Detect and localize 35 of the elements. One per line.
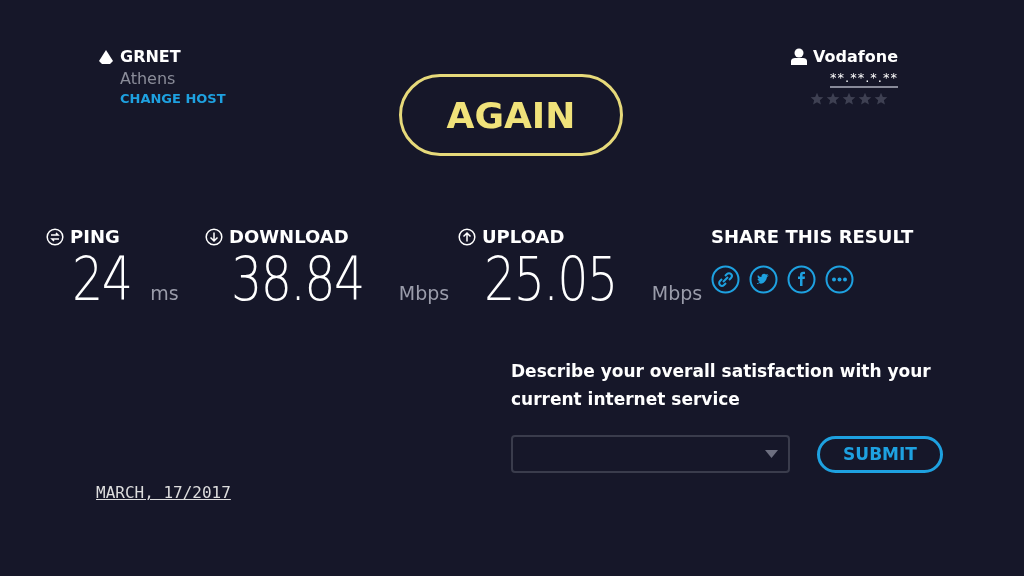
metric-value: 24: [72, 249, 132, 309]
metric-value: 38.84: [231, 249, 364, 309]
metric-label: UPLOAD: [482, 226, 565, 247]
star-icon[interactable]: [810, 92, 824, 106]
star-icon[interactable]: [858, 92, 872, 106]
link-share-button[interactable]: [711, 265, 740, 294]
facebook-share-button[interactable]: [787, 265, 816, 294]
ip-address: **.**.*.**: [830, 70, 898, 88]
host-location: Athens: [119, 69, 177, 88]
twitter-share-button[interactable]: [749, 265, 778, 294]
upload-icon: [458, 227, 476, 246]
share-title: SHARE THIS RESULT: [711, 226, 915, 247]
metric-label: DOWNLOAD: [229, 226, 349, 247]
again-button[interactable]: AGAIN: [399, 74, 623, 156]
more-share-button[interactable]: [825, 265, 854, 294]
isp-name: Vodafone: [813, 47, 898, 66]
submit-button[interactable]: SUBMIT: [817, 435, 943, 473]
metric-unit: Mbps: [651, 282, 703, 304]
change-host-link[interactable]: CHANGE HOST: [97, 91, 399, 106]
ping-icon: [46, 227, 64, 246]
metric-label: PING: [70, 226, 120, 247]
host-name: GRNET: [120, 47, 181, 66]
server-icon: [97, 48, 115, 65]
star-icon[interactable]: [842, 92, 856, 106]
metric-unit: ms: [150, 282, 179, 304]
user-icon: [791, 48, 808, 65]
metric-value: 25.05: [484, 249, 617, 309]
star-icon[interactable]: [874, 92, 888, 106]
satisfaction-question: Describe your overall satisfaction with your current internet service: [511, 360, 932, 411]
caret-icon: [765, 450, 778, 458]
satisfaction-dropdown[interactable]: [511, 435, 790, 473]
star-icon[interactable]: [826, 92, 840, 106]
download-icon: [205, 227, 223, 246]
date-text: MARCH, 17/2017: [96, 483, 231, 502]
metric-unit: Mbps: [398, 282, 450, 304]
